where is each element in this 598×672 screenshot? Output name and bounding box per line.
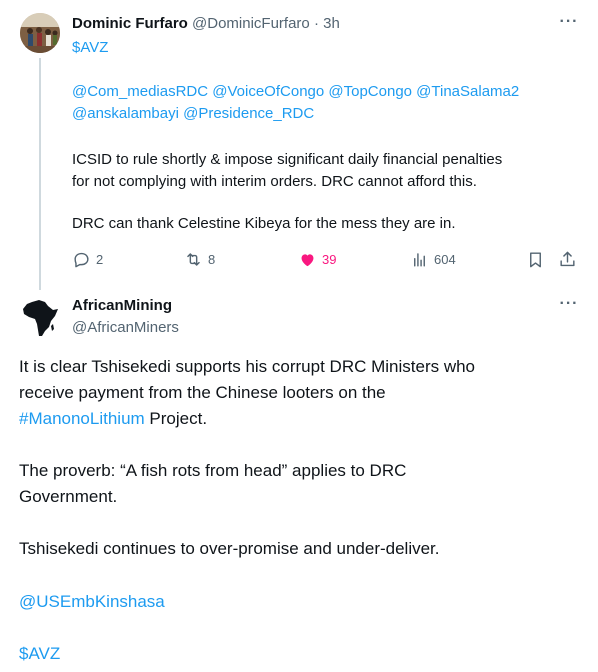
views-count: 604 [434,251,456,267]
avatar-photo [20,13,60,53]
cashtag-avz[interactable]: $AVZ [19,641,584,667]
tweet-text-line: #ManonoLithium Project. [19,406,584,432]
avatar[interactable] [20,13,60,53]
tweet-header: AfricanMining @AfricanMiners [72,296,179,338]
tweet-dominic-furfaro[interactable]: Dominic Furfaro @DominicFurfaro · 3h ···… [0,0,598,290]
hashtag-manono-lithium[interactable]: #ManonoLithium [19,409,145,428]
bookmark-button[interactable] [526,248,550,270]
cashtag-avz[interactable]: $AVZ [72,38,577,58]
africa-map-icon [23,300,58,336]
tweet-text-line: It is clear Tshisekedi supports his corr… [19,357,476,376]
display-name[interactable]: Dominic Furfaro [72,15,188,32]
thread-connector-line [39,58,41,290]
reply-icon [74,252,89,267]
tweet-text-line: for not complying with interim orders. D… [72,173,477,190]
display-name[interactable]: AfricanMining [72,296,179,316]
mentions-line-1[interactable]: @Com_mediasRDC @VoiceOfCongo @TopCongo @… [72,82,577,102]
share-button[interactable] [558,248,582,270]
tweet-header: Dominic Furfaro @DominicFurfaro · 3h [72,14,340,34]
more-icon: ··· [559,295,579,312]
reply-count: 2 [96,251,104,267]
tweet-text-line: Government. [19,487,118,506]
more-options-button[interactable]: ··· [559,13,579,35]
retweet-button[interactable]: 8 [184,248,215,270]
tweet-text-line: ICSID to rule shortly & impose significa… [72,151,503,168]
share-icon [560,251,575,266]
views-button[interactable]: 604 [410,248,456,270]
separator-dot: · [313,15,319,32]
timestamp[interactable]: 3h [323,15,340,32]
handle[interactable]: @AfricanMiners [72,318,179,338]
tweet-text-fragment: Project. [144,409,208,428]
tweet-text-line: DRC can thank Celestine Kibeya for the m… [72,215,456,232]
reply-button[interactable]: 2 [72,248,103,270]
action-bar: 2 8 39 604 [72,248,582,270]
more-icon: ··· [559,13,579,30]
retweet-icon [187,252,200,266]
mentions-line-2[interactable]: @anskalambayi @Presidence_RDC [72,104,577,124]
views-icon [414,252,425,267]
like-button[interactable]: 39 [298,248,336,270]
avatar[interactable] [18,296,62,340]
tweet-text-line: receive payment from the Chinese looters… [19,383,386,402]
mention-usembkinshasa[interactable]: @USEmbKinshasa [19,589,584,615]
heart-icon [301,253,314,266]
tweet-text-line: The proverb: “A fish rots from head” app… [19,461,407,480]
tweet-text-line: Tshisekedi continues to over-promise and… [19,539,440,558]
bookmark-icon [530,251,541,267]
retweet-count: 8 [208,251,216,267]
handle[interactable]: @DominicFurfaro [192,15,310,32]
more-options-button[interactable]: ··· [559,295,579,317]
like-count: 39 [322,251,337,267]
